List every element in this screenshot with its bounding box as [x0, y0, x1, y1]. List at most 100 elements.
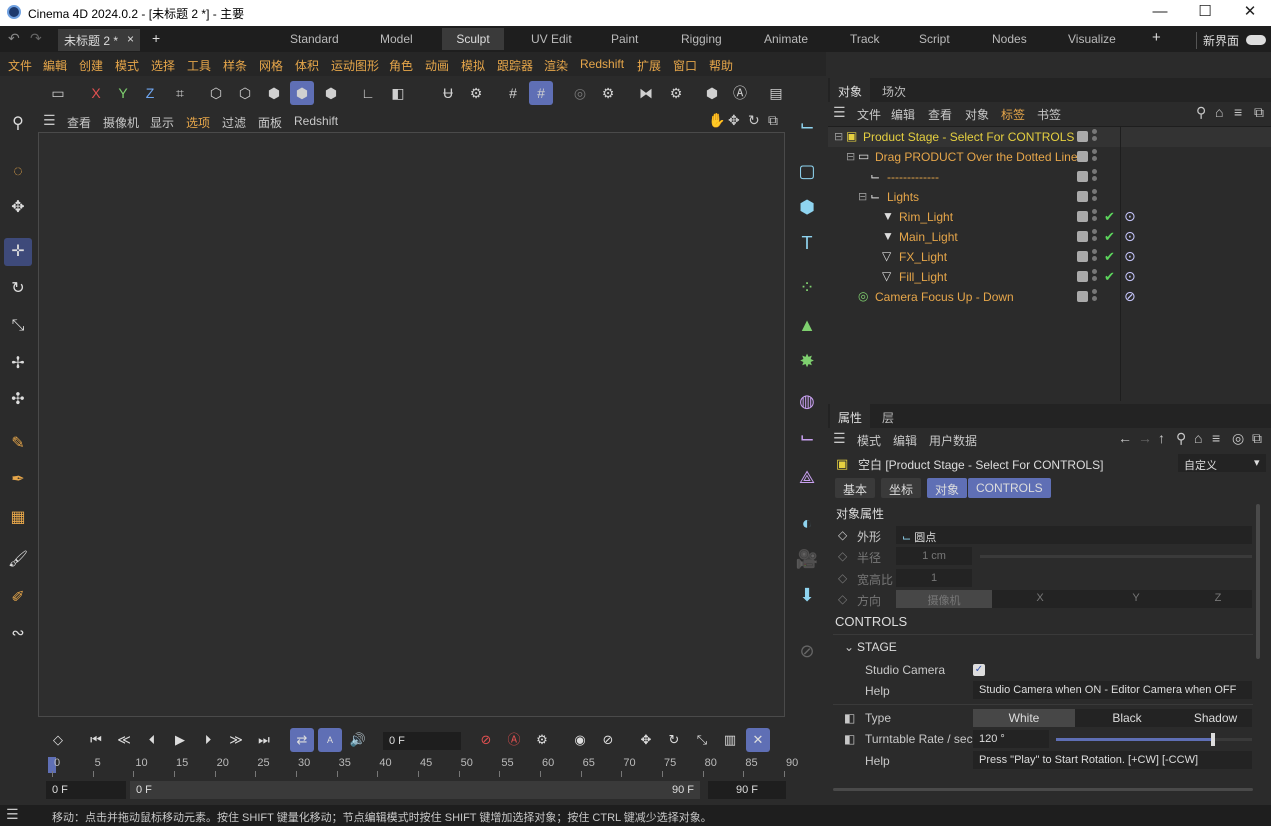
end-frame-field[interactable]: 90 F: [708, 781, 786, 799]
menu-item-4[interactable]: 选择: [151, 57, 175, 74]
visibility-dots[interactable]: [1092, 189, 1098, 205]
tab-objects[interactable]: 对象: [830, 78, 871, 102]
cube-cluster-icon[interactable]: ▦: [4, 504, 32, 532]
object-name[interactable]: Product Stage - Select For CONTROLS: [863, 130, 1074, 144]
object-name[interactable]: Drag PRODUCT Over the Dotted Line: [875, 150, 1078, 164]
object-row[interactable]: ⊟ ▣ Product Stage - Select For CONTROLS: [828, 127, 1271, 147]
preview-range-slider[interactable]: 0 F 90 F: [130, 781, 700, 799]
chevron-down-icon[interactable]: ▾: [1252, 454, 1266, 472]
deformer-box-icon[interactable]: ⌙: [792, 422, 822, 452]
tab-coordinates[interactable]: 坐标: [881, 478, 922, 498]
status-menu-icon[interactable]: ☰: [6, 806, 19, 823]
check-tag-icon[interactable]: ✔: [1104, 249, 1115, 265]
solo-icon[interactable]: ◧: [386, 81, 410, 105]
menu-item-7[interactable]: 网格: [259, 57, 283, 74]
close-button[interactable]: ✕: [1227, 0, 1271, 26]
new-ui-toggle[interactable]: [1246, 35, 1266, 45]
text-icon[interactable]: T: [792, 228, 822, 258]
search-icon[interactable]: ⚲: [4, 110, 32, 138]
search-icon[interactable]: ⚲: [1196, 104, 1206, 121]
model-mode-icon[interactable]: ⬢: [290, 81, 314, 105]
tab-object[interactable]: 对象: [927, 478, 968, 498]
keyframe-icon[interactable]: ◇: [46, 728, 70, 752]
key-position-icon[interactable]: ◉: [568, 728, 592, 752]
points-mode-icon[interactable]: ⬡: [204, 81, 228, 105]
visibility-dots[interactable]: [1092, 249, 1098, 265]
viewport-menu-icon[interactable]: ☰: [43, 112, 56, 129]
sound-icon[interactable]: 🔊: [346, 728, 370, 752]
next-key-icon[interactable]: ≫: [224, 728, 248, 752]
type-option-0[interactable]: White: [973, 709, 1075, 727]
live-selection-icon[interactable]: ◌: [4, 158, 32, 186]
loop-icon[interactable]: ⇄: [290, 728, 314, 752]
object-row[interactable]: ▼ Main_Light ✔ ⊙: [828, 227, 1271, 247]
visibility-dots[interactable]: [1092, 209, 1098, 225]
target-tag-icon[interactable]: ⊙: [1124, 208, 1136, 225]
rate-anim-icon[interactable]: ◧: [844, 732, 855, 746]
visibility-dots[interactable]: [1092, 149, 1098, 165]
knife-icon[interactable]: ✐: [4, 584, 32, 612]
object-name[interactable]: FX_Light: [899, 250, 947, 264]
object-menu-item-0[interactable]: 文件: [857, 106, 881, 123]
view-menu-item-2[interactable]: 显示: [150, 114, 174, 131]
object-stack-icon[interactable]: ▭: [46, 81, 70, 105]
rotate-view-icon[interactable]: ↻: [748, 112, 760, 129]
move-view-icon[interactable]: ✥: [728, 112, 740, 129]
layout-tab-10[interactable]: Visualize: [1068, 32, 1116, 46]
target-tag-icon[interactable]: ⊙: [1124, 248, 1136, 265]
redshift-icon[interactable]: ⬢: [700, 81, 724, 105]
menu-item-16[interactable]: 扩展: [637, 57, 661, 74]
object-name[interactable]: Fill_Light: [899, 270, 947, 284]
object-menu-item-3[interactable]: 对象: [965, 106, 989, 123]
layout-tab-9[interactable]: Nodes: [992, 32, 1027, 46]
layout-tab-1[interactable]: Model: [380, 32, 413, 46]
cloner-icon[interactable]: ⁘: [792, 272, 822, 302]
fracture-icon[interactable]: ▲: [792, 310, 822, 340]
play-icon[interactable]: ▶: [168, 728, 192, 752]
transfer-icon[interactable]: ✢: [4, 350, 32, 378]
menu-item-9[interactable]: 运动图形: [331, 57, 379, 74]
layout-tab-8[interactable]: Script: [919, 32, 950, 46]
object-name[interactable]: -------------: [887, 170, 939, 184]
edges-mode-icon[interactable]: ⬡: [233, 81, 257, 105]
back-arrow-icon[interactable]: ←: [1118, 430, 1132, 446]
rotate-tool-icon[interactable]: ↻: [4, 275, 32, 303]
layout-tab-3[interactable]: UV Edit: [531, 32, 572, 46]
magnet-icon[interactable]: Ʉ: [436, 81, 460, 105]
edit-toggle-icon[interactable]: [1077, 191, 1088, 202]
horizontal-scrollbar[interactable]: [833, 788, 1253, 791]
menu-item-1[interactable]: 編輯: [43, 57, 67, 74]
current-frame-field[interactable]: 0 F: [383, 732, 461, 750]
record-icon[interactable]: ⊘: [474, 728, 498, 752]
menu-item-12[interactable]: 模拟: [461, 57, 485, 74]
visibility-dots[interactable]: [1092, 289, 1098, 305]
expander-icon[interactable]: ⊟: [846, 150, 855, 163]
target-tag-icon[interactable]: ⊙: [1124, 228, 1136, 245]
minimize-button[interactable]: —: [1137, 0, 1183, 26]
target-icon[interactable]: ◎: [1232, 430, 1244, 447]
key-rotation-icon[interactable]: ⊘: [596, 728, 620, 752]
undo-icon[interactable]: ↶: [8, 30, 20, 47]
view-menu-item-5[interactable]: 面板: [258, 114, 282, 131]
null-object-icon[interactable]: ⌙: [792, 110, 822, 140]
edit-toggle-icon[interactable]: [1077, 171, 1088, 182]
menu-item-0[interactable]: 文件: [8, 57, 32, 74]
maximize-view-icon[interactable]: ⧉: [768, 112, 778, 129]
edit-toggle-icon[interactable]: [1077, 231, 1088, 242]
attr-menu-item-2[interactable]: 用户数据: [929, 432, 977, 449]
layout-tab-2[interactable]: Sculpt: [442, 28, 504, 50]
autodesk-icon[interactable]: Ⓐ: [728, 81, 752, 105]
view-menu-item-3[interactable]: 选项: [186, 114, 210, 131]
check-tag-icon[interactable]: ✔: [1104, 269, 1115, 285]
placement-icon[interactable]: ✣: [4, 386, 32, 414]
spline-sketch-icon[interactable]: ✒: [4, 466, 32, 494]
move-tool-icon[interactable]: ✛: [4, 238, 32, 266]
scale-tool-icon[interactable]: ⤡: [4, 312, 32, 340]
expander-icon[interactable]: ⊟: [834, 130, 843, 143]
hand-icon[interactable]: ✋: [708, 112, 725, 129]
menu-item-14[interactable]: 渲染: [544, 57, 568, 74]
maximize-button[interactable]: ☐: [1182, 0, 1228, 26]
tweak-icon[interactable]: ✥: [4, 194, 32, 222]
new-window-icon[interactable]: ⧉: [1254, 104, 1264, 121]
type-anim-icon[interactable]: ◧: [844, 711, 855, 725]
